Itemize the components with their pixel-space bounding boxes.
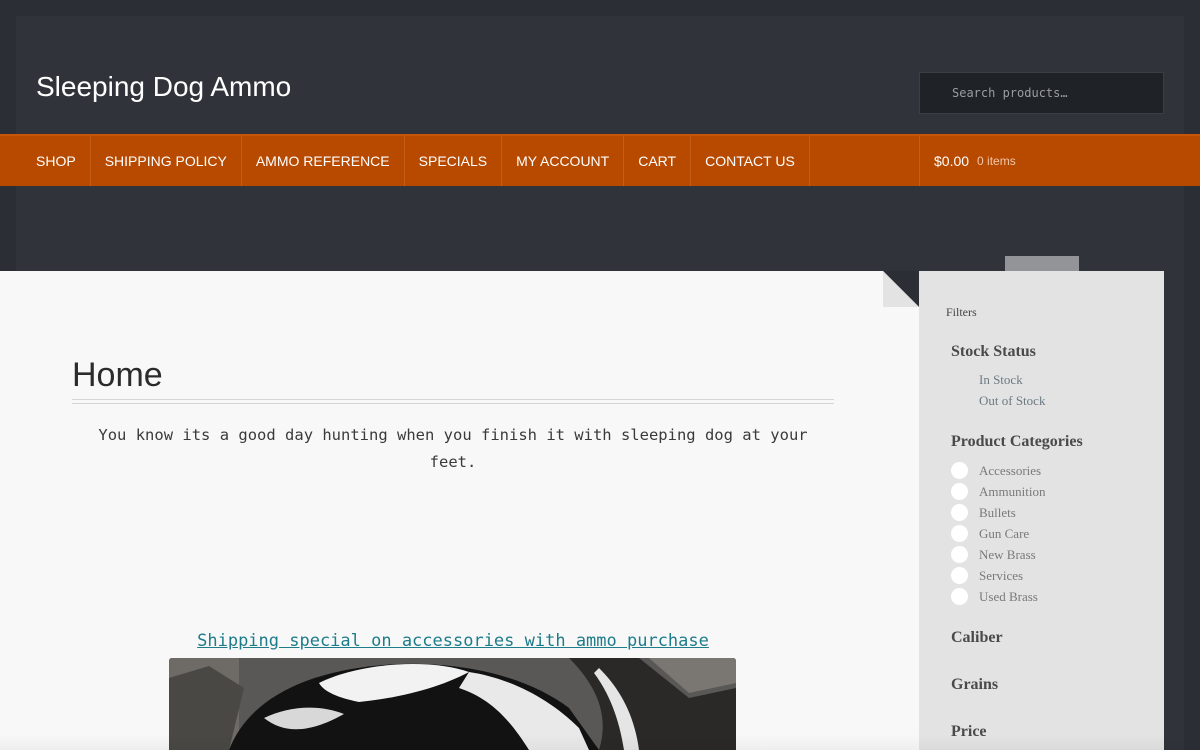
price-filter-title[interactable]: Price: [951, 723, 987, 741]
filters-label: Filters: [946, 305, 977, 319]
nav-item-cart[interactable]: CART: [624, 136, 692, 186]
category-gun-care[interactable]: Gun Care: [951, 525, 1029, 542]
radio-button[interactable]: [951, 483, 968, 500]
intro-paragraph: You know its a good day hunting when you…: [98, 426, 808, 471]
nav-item-my-account[interactable]: MY ACCOUNT: [502, 136, 625, 186]
grains-filter-title[interactable]: Grains: [951, 676, 998, 694]
category-label: Accessories: [979, 462, 1042, 478]
header-cart[interactable]: $0.00 0 items: [919, 136, 1164, 186]
nav-item-shipping-policy[interactable]: SHIPPING POLICY: [91, 136, 242, 186]
nav-item-shop[interactable]: SHOP: [22, 136, 91, 186]
radio-button[interactable]: [951, 567, 968, 584]
category-services[interactable]: Services: [951, 567, 1023, 584]
primary-navigation: SHOP SHIPPING POLICY AMMO REFERENCE SPEC…: [0, 134, 1200, 186]
product-categories-title: Product Categories: [951, 433, 1083, 450]
category-used-brass[interactable]: Used Brass: [951, 588, 1038, 605]
heading-divider: [72, 399, 834, 404]
category-label: Gun Care: [979, 525, 1030, 541]
radio-button[interactable]: [951, 588, 968, 605]
shipping-special-link[interactable]: Shipping special on accessories with amm…: [72, 631, 834, 651]
category-bullets[interactable]: Bullets: [951, 504, 1016, 521]
category-label: Services: [979, 567, 1024, 583]
corner-fold-shade: [883, 271, 919, 307]
stock-status-title: Stock Status: [951, 343, 1036, 360]
search-input[interactable]: [919, 72, 1164, 114]
sleeping-dog-photo[interactable]: [169, 658, 736, 750]
category-accessories[interactable]: Accessories: [951, 462, 1041, 479]
category-label: Ammunition: [979, 483, 1046, 499]
radio-button[interactable]: [951, 504, 968, 521]
category-ammunition[interactable]: Ammunition: [951, 483, 1045, 500]
page-title: Home: [72, 356, 163, 394]
product-filters-sidebar: Filters Stock Status In Stock Out of Sto…: [919, 271, 1164, 750]
cart-item-count: 0 items: [977, 154, 1016, 168]
cart-total: $0.00: [934, 153, 970, 169]
nav-item-ammo-reference[interactable]: AMMO REFERENCE: [242, 136, 405, 186]
category-label: Bullets: [979, 504, 1016, 520]
category-label: New Brass: [979, 546, 1036, 562]
site-title[interactable]: Sleeping Dog Ammo: [36, 71, 291, 103]
category-label: Used Brass: [979, 588, 1038, 604]
filter-in-stock[interactable]: In Stock: [979, 372, 1023, 388]
radio-button[interactable]: [951, 525, 968, 542]
dog-photo-graphic: [169, 658, 736, 750]
nav-item-specials[interactable]: SPECIALS: [405, 136, 503, 186]
category-new-brass[interactable]: New Brass: [951, 546, 1036, 563]
nav-item-contact-us[interactable]: CONTACT US: [691, 136, 810, 186]
filter-out-of-stock[interactable]: Out of Stock: [979, 393, 1045, 409]
radio-button[interactable]: [951, 462, 968, 479]
caliber-filter-title[interactable]: Caliber: [951, 629, 1003, 647]
radio-button[interactable]: [951, 546, 968, 563]
nav-menu: SHOP SHIPPING POLICY AMMO REFERENCE SPEC…: [22, 136, 810, 186]
